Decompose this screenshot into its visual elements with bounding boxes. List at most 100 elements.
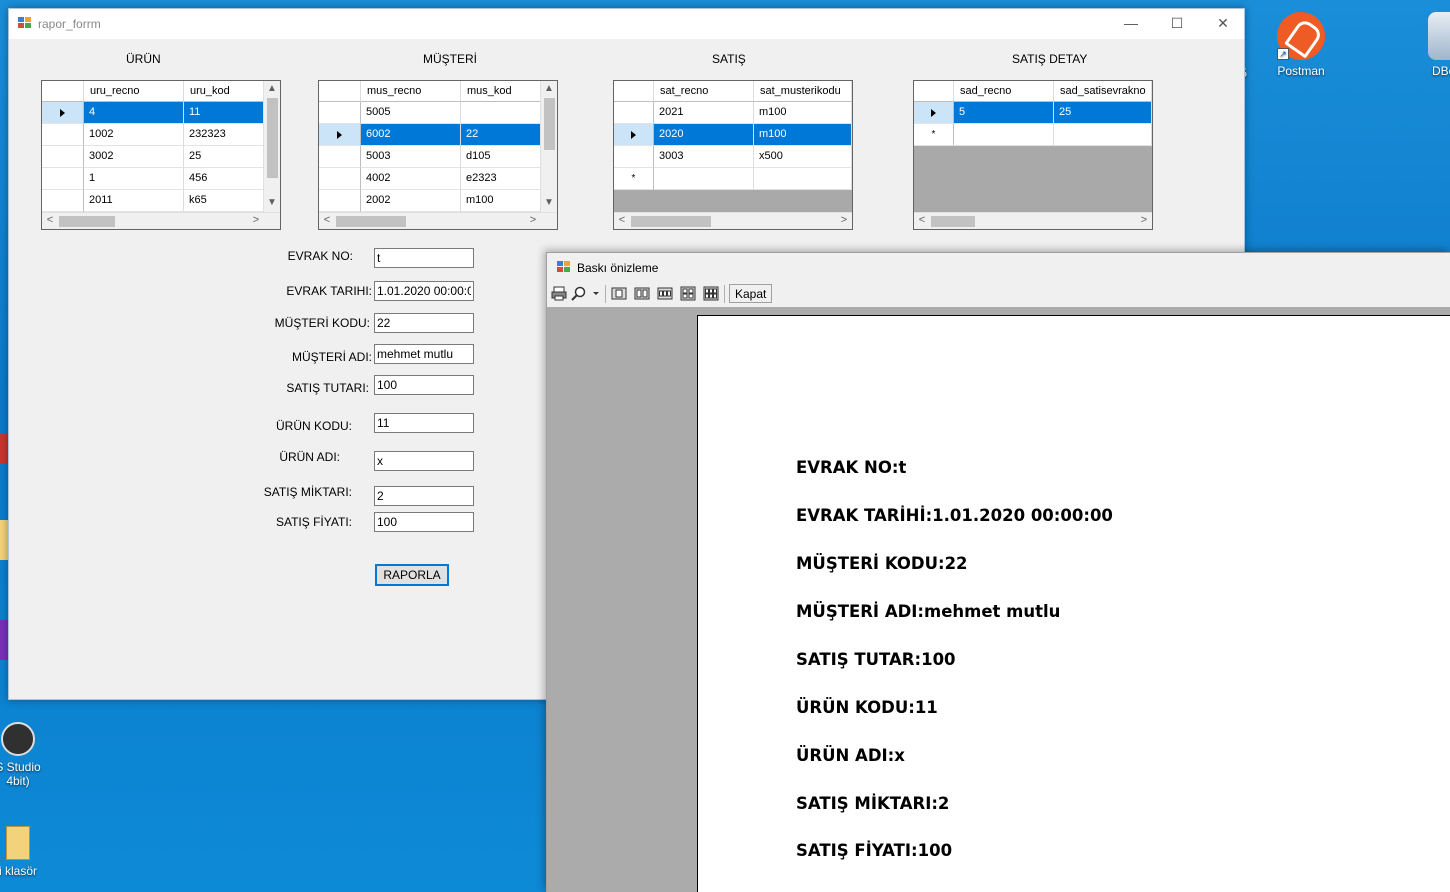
- new-row-header[interactable]: *: [614, 168, 654, 190]
- six-pages-icon[interactable]: [703, 286, 719, 301]
- table-cell[interactable]: 11: [184, 102, 264, 124]
- horizontal-scrollbar[interactable]: < >: [319, 212, 557, 229]
- scroll-thumb[interactable]: [931, 216, 975, 227]
- maximize-button[interactable]: ☐: [1154, 9, 1200, 39]
- table-cell[interactable]: 25: [1054, 102, 1152, 124]
- scroll-thumb[interactable]: [267, 98, 278, 178]
- two-pages-icon[interactable]: [634, 286, 650, 301]
- scroll-down-icon[interactable]: ▼: [541, 195, 557, 211]
- close-button[interactable]: ✕: [1200, 9, 1246, 39]
- table-cell[interactable]: d105: [461, 146, 541, 168]
- horizontal-scrollbar[interactable]: < >: [614, 212, 852, 229]
- column-header[interactable]: uru_kod: [184, 81, 264, 102]
- musteri-kodu-input[interactable]: [374, 313, 474, 333]
- musteri-adi-input[interactable]: [374, 344, 474, 364]
- table-cell[interactable]: 5005: [361, 102, 461, 124]
- row-header[interactable]: [42, 124, 84, 146]
- table-cell[interactable]: 25: [184, 146, 264, 168]
- desktop-icon-folder[interactable]: i klasör: [0, 826, 56, 878]
- row-header-current[interactable]: [614, 124, 654, 146]
- raporla-button[interactable]: RAPORLA: [375, 564, 449, 586]
- row-header[interactable]: [319, 102, 361, 124]
- new-row-cell[interactable]: [1054, 124, 1152, 146]
- desktop-icon-postman[interactable]: ↗ Postman: [1263, 12, 1339, 78]
- table-cell[interactable]: 4002: [361, 168, 461, 190]
- scroll-up-icon[interactable]: ▲: [541, 81, 557, 97]
- kapat-button[interactable]: Kapat: [729, 284, 773, 303]
- urun-adi-input[interactable]: [374, 451, 474, 471]
- column-header[interactable]: sad_satisevrakno: [1054, 81, 1152, 102]
- scroll-right-icon[interactable]: >: [525, 213, 541, 229]
- table-cell[interactable]: 2002: [361, 190, 461, 212]
- column-header[interactable]: sat_musterikodu: [754, 81, 852, 102]
- row-header-current[interactable]: [914, 102, 954, 124]
- table-cell[interactable]: 3003: [654, 146, 754, 168]
- three-pages-icon[interactable]: [657, 286, 673, 301]
- scroll-left-icon[interactable]: <: [42, 213, 58, 229]
- scroll-right-icon[interactable]: >: [836, 213, 852, 229]
- new-row-cell[interactable]: [754, 168, 852, 190]
- scroll-thumb[interactable]: [336, 216, 406, 227]
- table-cell[interactable]: 2021: [654, 102, 754, 124]
- column-header[interactable]: uru_recno: [84, 81, 184, 102]
- table-cell[interactable]: m100: [754, 102, 852, 124]
- scroll-up-icon[interactable]: ▲: [264, 81, 280, 97]
- evrak-no-input[interactable]: [374, 248, 474, 268]
- table-cell[interactable]: e2323: [461, 168, 541, 190]
- satis-grid[interactable]: sat_recno sat_musterikodu 2021 m100 2020…: [613, 80, 853, 230]
- table-cell[interactable]: m100: [754, 124, 852, 146]
- column-header[interactable]: mus_recno: [361, 81, 461, 102]
- print-icon[interactable]: [551, 286, 567, 301]
- horizontal-scrollbar[interactable]: < >: [42, 212, 280, 229]
- row-header[interactable]: [614, 102, 654, 124]
- chevron-down-icon[interactable]: [591, 286, 601, 301]
- scroll-left-icon[interactable]: <: [319, 213, 335, 229]
- table-cell[interactable]: 1002: [84, 124, 184, 146]
- table-cell[interactable]: 1: [84, 168, 184, 190]
- table-cell[interactable]: 5003: [361, 146, 461, 168]
- scroll-left-icon[interactable]: <: [914, 213, 930, 229]
- table-cell[interactable]: 4: [84, 102, 184, 124]
- desktop-icon-obs[interactable]: S Studio 4bit): [0, 722, 56, 788]
- scroll-left-icon[interactable]: <: [614, 213, 630, 229]
- scroll-thumb[interactable]: [544, 98, 555, 150]
- new-row-cell[interactable]: [954, 124, 1054, 146]
- table-cell[interactable]: m100: [461, 190, 541, 212]
- table-cell[interactable]: 3002: [84, 146, 184, 168]
- row-header[interactable]: [614, 146, 654, 168]
- row-header-current[interactable]: [42, 102, 84, 124]
- urun-grid[interactable]: uru_recno uru_kod 4 11 1002 232323 3002 …: [41, 80, 281, 230]
- scroll-right-icon[interactable]: >: [248, 213, 264, 229]
- scroll-thumb[interactable]: [631, 216, 711, 227]
- table-cell[interactable]: 2011: [84, 190, 184, 212]
- row-header[interactable]: [319, 190, 361, 212]
- horizontal-scrollbar[interactable]: < >: [914, 212, 1152, 229]
- row-header[interactable]: [319, 146, 361, 168]
- table-cell[interactable]: 5: [954, 102, 1054, 124]
- desktop-icon-dbeaver[interactable]: DBe: [1412, 12, 1450, 78]
- table-cell[interactable]: 456: [184, 168, 264, 190]
- urun-kodu-input[interactable]: [374, 413, 474, 433]
- column-header[interactable]: mus_kod: [461, 81, 541, 102]
- satis-miktari-input[interactable]: [374, 486, 474, 506]
- scroll-thumb[interactable]: [59, 216, 115, 227]
- row-header[interactable]: [42, 168, 84, 190]
- table-cell[interactable]: k65: [184, 190, 264, 212]
- one-page-icon[interactable]: [611, 286, 627, 301]
- new-row-header[interactable]: *: [914, 124, 954, 146]
- row-header[interactable]: [42, 146, 84, 168]
- four-pages-icon[interactable]: [680, 286, 696, 301]
- evrak-tarihi-input[interactable]: [374, 281, 474, 301]
- table-cell[interactable]: 22: [461, 124, 541, 146]
- row-header-current[interactable]: [319, 124, 361, 146]
- satis-detay-grid[interactable]: sad_recno sad_satisevrakno 5 25 * < >: [913, 80, 1153, 230]
- table-cell[interactable]: 2020: [654, 124, 754, 146]
- vertical-scrollbar[interactable]: ▲ ▼: [540, 81, 557, 212]
- satis-fiyati-input[interactable]: [374, 512, 474, 532]
- vertical-scrollbar[interactable]: ▲ ▼: [263, 81, 280, 212]
- scroll-down-icon[interactable]: ▼: [264, 195, 280, 211]
- zoom-icon[interactable]: [571, 286, 587, 301]
- row-header[interactable]: [42, 190, 84, 212]
- new-row-cell[interactable]: [654, 168, 754, 190]
- minimize-button[interactable]: —: [1108, 9, 1154, 39]
